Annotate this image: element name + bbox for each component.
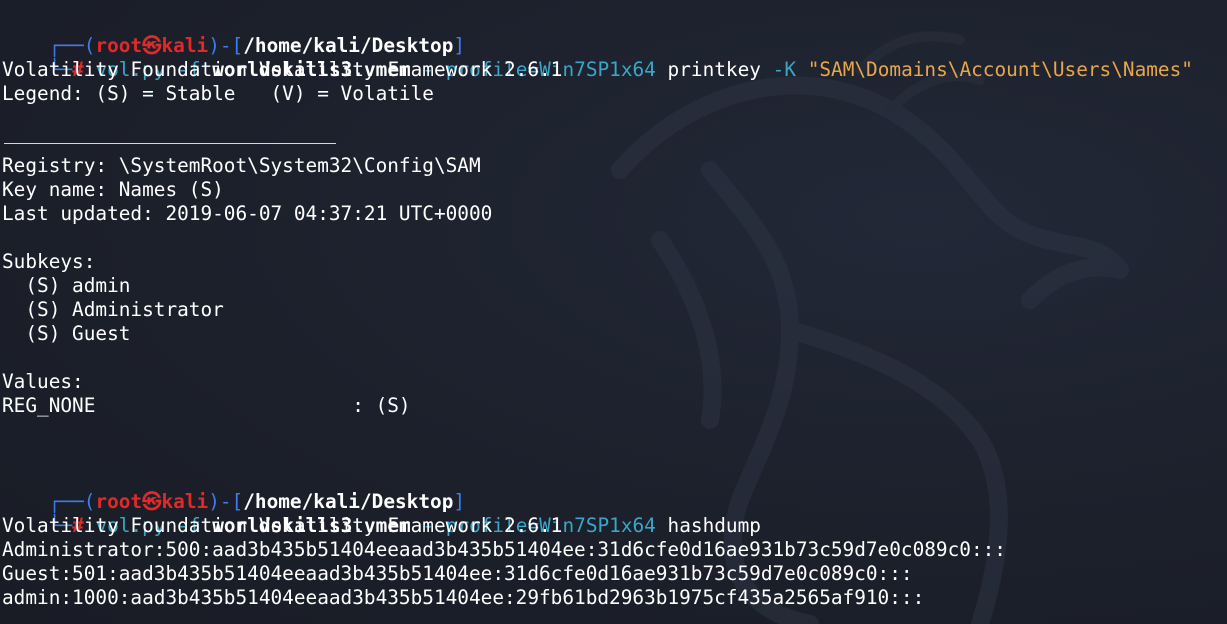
output-divider [4,143,336,144]
command-flag-k: -K [772,58,796,81]
output-line: Volatility Foundation Volatility Framewo… [2,58,563,81]
value-row: REG_NONE : (S) [2,394,411,417]
command-key-argument: "SAM\Domains\Account\Users\Names" [807,58,1193,81]
output-line: Subkeys: [2,250,96,273]
command-line-2: └─# vol.py -f worldskills3.vmem --profil… [2,490,761,537]
command-plugin: printkey [667,58,761,81]
output-line: Last updated: 2019-06-07 04:37:21 UTC+00… [2,202,493,225]
output-line: Registry: \SystemRoot\System32\Config\SA… [2,154,481,177]
command-line-1: └─# vol.py -f worldskills3.vmem --profil… [2,34,1193,81]
hash-row: Guest:501:aad3b435b51404eeaad3b435b51404… [2,562,913,585]
hash-row: Administrator:500:aad3b435b51404eeaad3b4… [2,538,1006,561]
output-line: Volatility Foundation Volatility Framewo… [2,514,563,537]
output-line: Key name: Names (S) [2,178,224,201]
prompt-line-2: ┌──(root㉿kali)-[/home/kali/Desktop] [2,466,465,513]
subkey-item: (S) Guest [2,322,131,345]
terminal-window[interactable]: ┌──(root㉿kali)-[/home/kali/Desktop] └─# … [0,0,1227,624]
output-line: Values: [2,370,84,393]
command-plugin: hashdump [667,514,761,537]
prompt-line-1: ┌──(root㉿kali)-[/home/kali/Desktop] [2,10,465,57]
output-line: Legend: (S) = Stable (V) = Volatile [2,82,434,105]
subkey-item: (S) Administrator [2,298,224,321]
hash-row: admin:1000:aad3b435b51404eeaad3b435b5140… [2,586,925,609]
subkey-item: (S) admin [2,274,131,297]
